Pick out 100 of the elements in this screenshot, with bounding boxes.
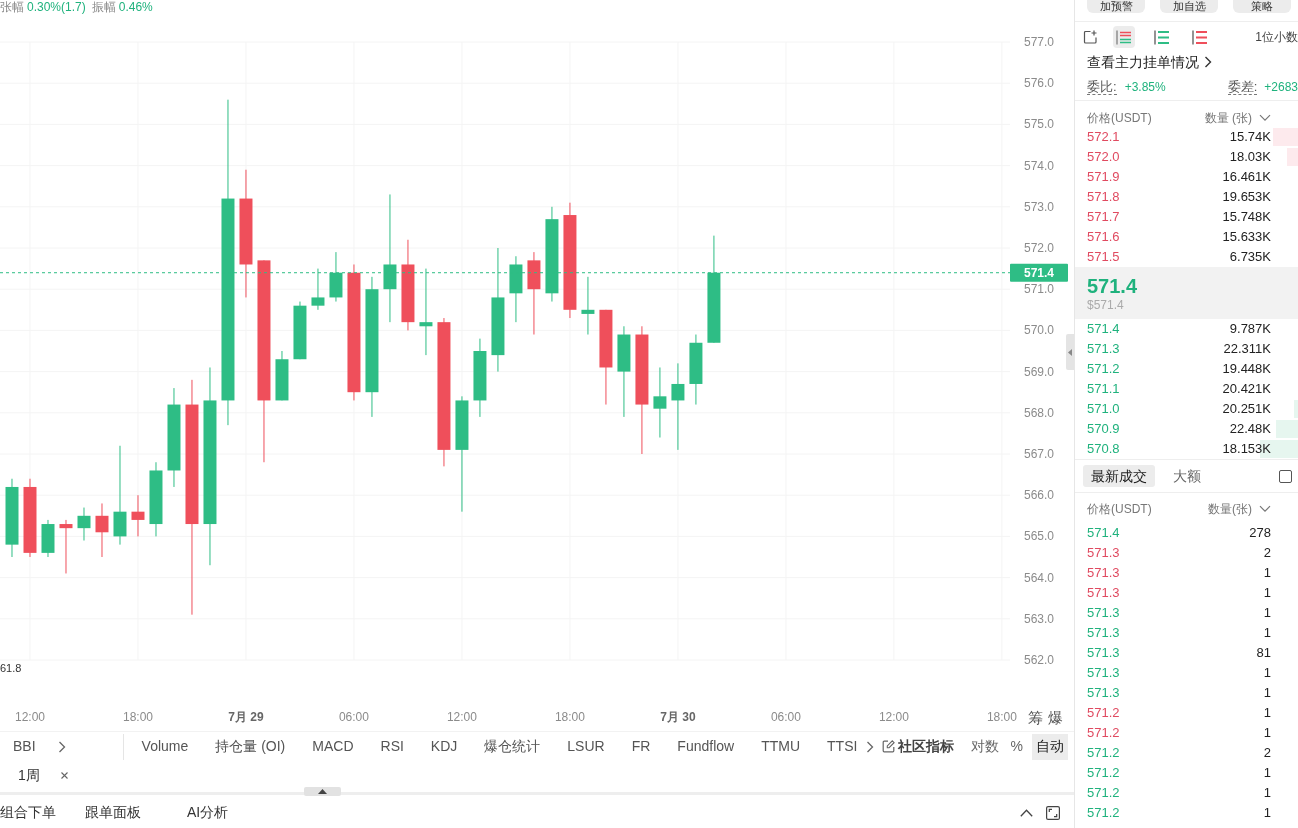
caret-up-icon xyxy=(318,789,327,794)
price-cell-text: 571.2 xyxy=(1087,724,1120,743)
panel-resize-handle[interactable] xyxy=(304,787,341,796)
quantity-cell-text: 15.74K xyxy=(1229,128,1271,147)
price-cell-text: 571.3 xyxy=(1087,684,1120,703)
bottom-tab[interactable]: 跟单面板 xyxy=(85,802,141,823)
quantity-cell-text: 1 xyxy=(1263,564,1271,583)
order-book-row[interactable]: 571.0 20.251K xyxy=(1075,399,1298,419)
main-orders-link[interactable]: 查看主力挂单情况 xyxy=(1087,51,1199,73)
axis-label: 570.0 xyxy=(1023,323,1054,338)
indicator-tab[interactable]: BBI xyxy=(13,736,36,757)
axis-label: 564.0 xyxy=(1023,570,1054,585)
order-book-row[interactable]: 571.2 19.448K xyxy=(1075,359,1298,379)
order-book-row[interactable]: 571.4 9.787K xyxy=(1075,319,1298,339)
order-book-row[interactable]: 571.5 6.735K xyxy=(1075,247,1298,267)
axis-label: 562.0 xyxy=(1023,653,1054,667)
price-cell-text: 571.3 xyxy=(1087,340,1120,359)
order-book-row[interactable]: 571.1 20.421K xyxy=(1075,379,1298,399)
axis-label: 571.0 xyxy=(1023,282,1054,297)
indicator-tab[interactable]: MACD xyxy=(312,736,354,757)
indicator-tab[interactable]: LSUR xyxy=(567,736,605,757)
action-button[interactable]: 加自选 xyxy=(1160,0,1218,13)
order-book-row[interactable]: 571.6 15.633K xyxy=(1075,227,1298,247)
price-cell-text: 571.4 xyxy=(1087,524,1120,543)
quantity-cell-text: 1 xyxy=(1263,684,1271,703)
indicator-tab[interactable]: TTMU xyxy=(761,736,801,757)
community-indicators-button[interactable]: 社区指标 xyxy=(897,736,954,757)
chevron-right-icon xyxy=(865,740,874,753)
trades-tab[interactable]: 大额 xyxy=(1165,465,1209,487)
axis-label: 575.0 xyxy=(1023,117,1054,132)
quantity-cell-text: 1 xyxy=(1263,764,1271,783)
order-book-row[interactable]: 570.9 22.48K xyxy=(1075,419,1298,439)
axis-label: 568.0 xyxy=(1023,405,1054,420)
action-button[interactable]: 加预警 xyxy=(1087,0,1145,13)
indicator-tab[interactable]: TTSI xyxy=(827,736,858,757)
indicator-tab[interactable]: KDJ xyxy=(430,736,458,757)
quantity-cell-text: 1 xyxy=(1263,784,1271,803)
scale-mode-button[interactable]: % xyxy=(1007,733,1026,760)
order-book-row[interactable]: 571.3 22.311K xyxy=(1075,339,1298,359)
order-book-row[interactable]: 571.8 19.653K xyxy=(1075,187,1298,207)
close-icon xyxy=(60,771,68,779)
chevron-down-icon xyxy=(1259,505,1271,513)
current-price-tag: 571.4 xyxy=(1010,263,1068,282)
indicator-tab[interactable]: 持仓量 (OI) xyxy=(215,736,286,757)
indicator-tab[interactable]: RSI xyxy=(380,736,404,757)
candlestick xyxy=(59,519,73,574)
stat-value: +3.85% xyxy=(1124,79,1166,96)
quantity-cell-text: 2 xyxy=(1263,744,1271,763)
price-cell-text: 570.9 xyxy=(1087,420,1120,439)
stat-value: +2683 xyxy=(1264,79,1298,96)
candlestick xyxy=(293,301,307,360)
order-book-row[interactable]: 570.8 18.153K xyxy=(1075,439,1298,459)
axis-label: 567.0 xyxy=(1023,447,1054,461)
axis-label: 06:00 xyxy=(338,710,369,724)
quantity-cell-text: 20.421K xyxy=(1222,380,1271,399)
quantity-cell-text: 19.448K xyxy=(1222,360,1271,379)
axis-label: 12:00 xyxy=(15,710,45,724)
scale-mode-button[interactable]: 对数 xyxy=(967,733,1002,760)
price-cell-text: 572.1 xyxy=(1087,128,1120,147)
order-book-row[interactable]: 572.1 15.74K xyxy=(1075,127,1298,147)
quantity-cell-text: 81 xyxy=(1256,644,1271,663)
price-cell-text: 571.2 xyxy=(1087,744,1120,763)
price-cell-text: 571.2 xyxy=(1087,704,1120,723)
price-cell-text: 571.7 xyxy=(1087,208,1120,227)
stat-value: 0.30%(1.7) xyxy=(27,0,86,14)
last-price: 571.4 xyxy=(1087,273,1139,298)
checkbox[interactable] xyxy=(1279,469,1292,483)
order-book-row[interactable]: 572.0 18.03K xyxy=(1075,147,1298,167)
indicator-tab[interactable]: FR xyxy=(631,736,651,757)
view-toggle[interactable] xyxy=(1113,26,1135,48)
precision-selector[interactable]: 1位小数 xyxy=(1255,28,1298,46)
quantity-cell-text: 9.787K xyxy=(1229,320,1271,339)
bottom-tab[interactable]: 组合下单 xyxy=(0,802,56,823)
chart-tool-button[interactable]: 筹 xyxy=(1028,708,1043,728)
quantity-cell-text: 1 xyxy=(1263,704,1271,723)
scale-mode-button[interactable]: 自动 xyxy=(1032,733,1068,760)
column-header: 数量 (张) xyxy=(1204,110,1252,127)
price-cell-text: 571.2 xyxy=(1087,784,1120,803)
indicator-tab[interactable]: Volume xyxy=(141,736,189,757)
bottom-tab[interactable]: AI分析 xyxy=(187,802,229,823)
price-cell-text: 571.5 xyxy=(1087,248,1120,267)
trades-tab[interactable]: 最新成交 xyxy=(1083,465,1155,487)
order-book-row[interactable]: 571.7 15.748K xyxy=(1075,207,1298,227)
quantity-cell-text: 1 xyxy=(1263,724,1271,743)
last-price-usd: $571.4 xyxy=(1087,297,1125,313)
price-cell-text: 571.3 xyxy=(1087,664,1120,683)
low-price-label: 61.8 xyxy=(0,662,22,674)
candlestick xyxy=(311,268,325,311)
price-cell-text: 570.8 xyxy=(1087,440,1120,459)
action-button[interactable]: 策略 xyxy=(1233,0,1291,13)
chart-tool-button[interactable]: 爆 xyxy=(1048,708,1063,728)
quantity-cell-text: 15.748K xyxy=(1222,208,1271,227)
indicator-tab[interactable]: 爆仓统计 xyxy=(484,736,541,757)
order-book-row[interactable]: 571.9 16.461K xyxy=(1075,167,1298,187)
collapse-handle[interactable] xyxy=(1066,334,1074,370)
expand-icon xyxy=(1046,805,1060,820)
candlestick xyxy=(131,494,145,537)
column-header: 价格(USDT) xyxy=(1087,110,1152,127)
indicator-tab[interactable]: Fundflow xyxy=(677,736,735,757)
candlestick xyxy=(581,276,595,335)
